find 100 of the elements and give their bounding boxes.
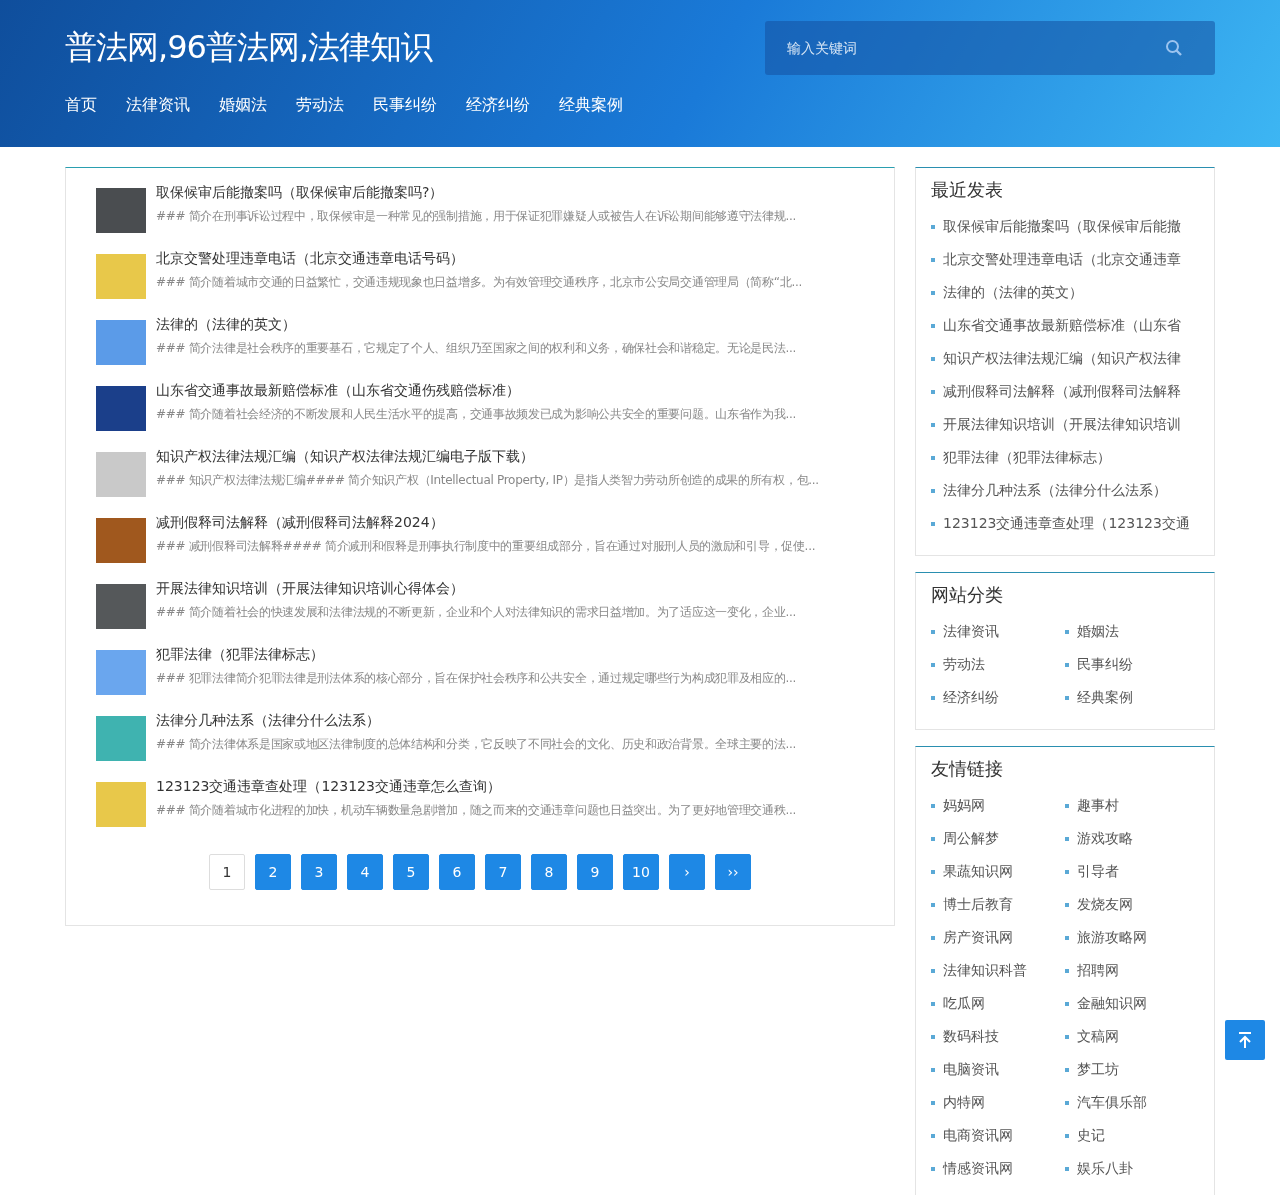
thumbnail-placeholder[interactable] bbox=[96, 320, 146, 365]
friend-link[interactable]: 发烧友网 bbox=[1077, 895, 1133, 914]
bullet-icon bbox=[1065, 1034, 1069, 1039]
search-field[interactable]: 输入关键词 bbox=[765, 20, 1215, 75]
search-icon[interactable] bbox=[1165, 38, 1183, 57]
recent-post-link[interactable]: 知识产权法律法规汇编（知识产权法律 bbox=[943, 349, 1181, 368]
article-title[interactable]: 山东省交通事故最新赔偿标准（山东省交通伤残赔偿标准） bbox=[156, 382, 797, 400]
article-title[interactable]: 知识产权法律法规汇编（知识产权法律法规汇编电子版下载） bbox=[156, 448, 819, 466]
friend-link[interactable]: 妈妈网 bbox=[943, 796, 985, 815]
nav-link[interactable]: 民事纠纷 bbox=[373, 95, 437, 116]
friend-link[interactable]: 果蔬知识网 bbox=[943, 862, 1013, 881]
friend-link[interactable]: 趣事村 bbox=[1077, 796, 1119, 815]
friend-link[interactable]: 汽车俱乐部 bbox=[1077, 1093, 1147, 1112]
category-link[interactable]: 经济纠纷 bbox=[943, 688, 999, 707]
friend-link[interactable]: 法律知识科普 bbox=[943, 961, 1027, 980]
friend-link[interactable]: 梦工坊 bbox=[1077, 1060, 1119, 1079]
page-link[interactable]: 4 bbox=[347, 854, 383, 890]
page-link[interactable]: 10 bbox=[623, 854, 659, 890]
bullet-icon bbox=[931, 662, 935, 667]
recent-post-link[interactable]: 开展法律知识培训（开展法律知识培训 bbox=[943, 415, 1181, 434]
article-title[interactable]: 法律的（法律的英文） bbox=[156, 316, 797, 334]
article-title[interactable]: 取保候审后能撤案吗（取保候审后能撤案吗?） bbox=[156, 184, 797, 202]
thumbnail-placeholder[interactable] bbox=[96, 782, 146, 827]
bullet-icon bbox=[931, 1100, 935, 1105]
friend-link[interactable]: 情感资讯网 bbox=[943, 1159, 1013, 1178]
page-link[interactable]: 5 bbox=[393, 854, 429, 890]
recent-post-link[interactable]: 北京交警处理违章电话（北京交通违章 bbox=[943, 250, 1181, 269]
thumbnail-placeholder[interactable] bbox=[96, 716, 146, 761]
friend-link[interactable]: 引导者 bbox=[1077, 862, 1119, 881]
friend-link[interactable]: 博士后教育 bbox=[943, 895, 1013, 914]
bullet-icon bbox=[931, 224, 935, 229]
thumbnail-placeholder[interactable] bbox=[96, 386, 146, 431]
article-title[interactable]: 减刑假释司法解释（减刑假释司法解释2024） bbox=[156, 514, 816, 532]
panel-title: 友情链接 bbox=[931, 757, 1004, 781]
friend-link[interactable]: 游戏攻略 bbox=[1077, 829, 1133, 848]
page-link[interactable]: ›› bbox=[715, 854, 751, 890]
recent-post-link[interactable]: 减刑假释司法解释（减刑假释司法解释 bbox=[943, 382, 1181, 401]
category-link[interactable]: 婚姻法 bbox=[1077, 622, 1119, 641]
bullet-icon bbox=[1065, 1133, 1069, 1138]
article-title[interactable]: 北京交警处理违章电话（北京交通违章电话号码） bbox=[156, 250, 802, 268]
page-link[interactable]: 2 bbox=[255, 854, 291, 890]
friend-link[interactable]: 娱乐八卦 bbox=[1077, 1159, 1133, 1178]
friend-link[interactable]: 电商资讯网 bbox=[943, 1126, 1013, 1145]
article-title[interactable]: 开展法律知识培训（开展法律知识培训心得体会） bbox=[156, 580, 797, 598]
article-summary: ### 犯罪法律简介犯罪法律是刑法体系的核心部分，旨在保护社会秩序和公共安全，通过规定哪些行为构成犯罪及相应的... bbox=[156, 670, 797, 687]
thumbnail-placeholder[interactable] bbox=[96, 650, 146, 695]
category-link[interactable]: 经典案例 bbox=[1077, 688, 1133, 707]
category-link[interactable]: 民事纠纷 bbox=[1077, 655, 1133, 674]
bullet-icon bbox=[931, 356, 935, 361]
friend-link[interactable]: 文稿网 bbox=[1077, 1027, 1119, 1046]
friend-link[interactable]: 招聘网 bbox=[1077, 961, 1119, 980]
bullet-icon bbox=[931, 1133, 935, 1138]
recent-post-link[interactable]: 取保候审后能撤案吗（取保候审后能撤 bbox=[943, 217, 1181, 236]
nav-link[interactable]: 经典案例 bbox=[559, 95, 623, 116]
site-title[interactable]: 普法网,96普法网,法律知识 bbox=[65, 25, 433, 70]
recent-post-link[interactable]: 法律分几种法系（法律分什么法系） bbox=[943, 481, 1167, 500]
friend-link[interactable]: 吃瓜网 bbox=[943, 994, 985, 1013]
nav-link[interactable]: 劳动法 bbox=[296, 95, 344, 116]
article-title[interactable]: 犯罪法律（犯罪法律标志） bbox=[156, 646, 797, 664]
recent-post-link[interactable]: 犯罪法律（犯罪法律标志） bbox=[943, 448, 1111, 467]
article-title[interactable]: 法律分几种法系（法律分什么法系） bbox=[156, 712, 797, 730]
page-link[interactable]: 9 bbox=[577, 854, 613, 890]
panel-title: 最近发表 bbox=[931, 178, 1004, 202]
thumbnail-placeholder[interactable] bbox=[96, 452, 146, 497]
nav-link[interactable]: 婚姻法 bbox=[219, 95, 267, 116]
page-link[interactable]: › bbox=[669, 854, 705, 890]
page-link[interactable]: 6 bbox=[439, 854, 475, 890]
page-link[interactable]: 7 bbox=[485, 854, 521, 890]
bullet-icon bbox=[1065, 1100, 1069, 1105]
bullet-icon bbox=[931, 1166, 935, 1171]
friend-link[interactable]: 房产资讯网 bbox=[943, 928, 1013, 947]
thumbnail-placeholder[interactable] bbox=[96, 518, 146, 563]
thumbnail-placeholder[interactable] bbox=[96, 584, 146, 629]
thumbnail-placeholder[interactable] bbox=[96, 254, 146, 299]
bullet-icon bbox=[931, 422, 935, 427]
recent-post-link[interactable]: 123123交通违章查处理（123123交通 bbox=[943, 514, 1190, 533]
page-link[interactable]: 3 bbox=[301, 854, 337, 890]
friend-link[interactable]: 旅游攻略网 bbox=[1077, 928, 1147, 947]
friend-link[interactable]: 电脑资讯 bbox=[943, 1060, 999, 1079]
friend-link[interactable]: 史记 bbox=[1077, 1126, 1105, 1145]
back-to-top-button[interactable] bbox=[1225, 1020, 1265, 1060]
friend-link[interactable]: 周公解梦 bbox=[943, 829, 999, 848]
page-link[interactable]: 8 bbox=[531, 854, 567, 890]
nav-link[interactable]: 法律资讯 bbox=[126, 95, 190, 116]
category-link[interactable]: 劳动法 bbox=[943, 655, 985, 674]
recent-post-link[interactable]: 山东省交通事故最新赔偿标准（山东省 bbox=[943, 316, 1181, 335]
nav-link[interactable]: 经济纠纷 bbox=[466, 95, 530, 116]
article-title[interactable]: 123123交通违章查处理（123123交通违章怎么查询） bbox=[156, 778, 797, 796]
friend-link[interactable]: 数码科技 bbox=[943, 1027, 999, 1046]
category-link[interactable]: 法律资讯 bbox=[943, 622, 999, 641]
nav-link[interactable]: 首页 bbox=[65, 95, 97, 116]
bullet-icon bbox=[1065, 836, 1069, 841]
recent-post-link[interactable]: 法律的（法律的英文） bbox=[943, 283, 1083, 302]
bullet-icon bbox=[931, 521, 935, 526]
page-link[interactable]: 1 bbox=[209, 854, 245, 890]
article-summary: ### 简介法律体系是国家或地区法律制度的总体结构和分类，它反映了不同社会的文化、历史和政治背景。全球主要的法... bbox=[156, 736, 797, 753]
thumbnail-placeholder[interactable] bbox=[96, 188, 146, 233]
bullet-icon bbox=[931, 968, 935, 973]
friend-link[interactable]: 内特网 bbox=[943, 1093, 985, 1112]
friend-link[interactable]: 金融知识网 bbox=[1077, 994, 1147, 1013]
